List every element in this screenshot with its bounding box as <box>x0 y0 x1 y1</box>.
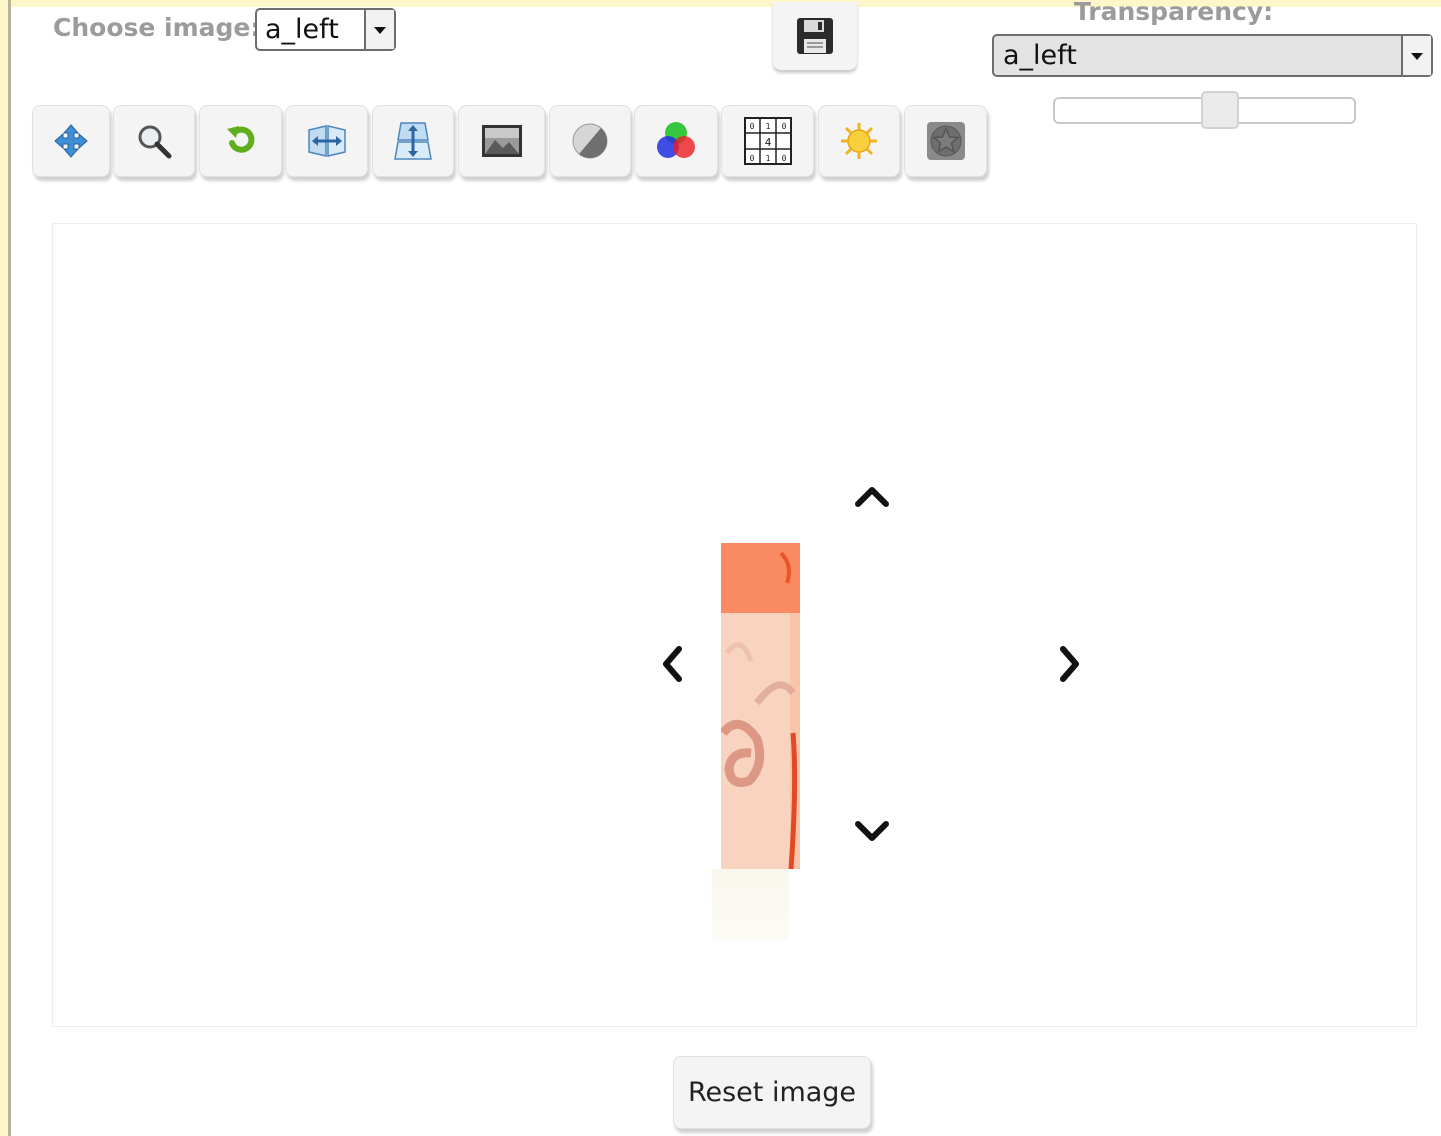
reset-image-button[interactable]: Reset image <box>673 1056 871 1129</box>
flip-horizontal-button[interactable] <box>285 105 368 177</box>
flip-vertical-icon <box>394 122 432 160</box>
transparency-label: Transparency: <box>1074 0 1274 26</box>
move-left-button[interactable] <box>654 643 690 685</box>
flip-horizontal-icon <box>307 125 346 157</box>
rotate-tool-button[interactable] <box>199 105 282 177</box>
dropdown-arrow-icon[interactable] <box>364 10 394 49</box>
star-badge-icon <box>926 122 965 160</box>
choose-image-select[interactable]: a_left <box>255 8 396 51</box>
svg-text:0: 0 <box>781 154 786 163</box>
effect-button[interactable] <box>904 105 987 177</box>
move-icon <box>54 124 88 158</box>
arrow-left-icon <box>663 646 682 682</box>
grayscale-button[interactable] <box>458 105 545 177</box>
svg-text:1: 1 <box>765 122 770 131</box>
svg-text:1: 1 <box>765 154 770 163</box>
move-tool-button[interactable] <box>32 105 110 177</box>
contrast-icon <box>572 123 608 159</box>
svg-text:0: 0 <box>749 122 754 131</box>
transparency-slider-thumb[interactable] <box>1201 91 1240 129</box>
color-channels-button[interactable] <box>634 105 718 177</box>
brightness-button[interactable] <box>818 105 900 177</box>
move-right-button[interactable] <box>1052 643 1088 685</box>
contrast-button[interactable] <box>549 105 631 177</box>
image-shadow-fragment <box>712 869 789 941</box>
svg-text:0: 0 <box>781 122 786 131</box>
transparency-select[interactable]: a_left <box>992 34 1433 77</box>
arrow-right-icon <box>1060 646 1079 682</box>
svg-text:0: 0 <box>749 154 754 163</box>
arrow-down-icon <box>855 821 889 841</box>
dropdown-arrow-icon[interactable] <box>1401 36 1431 75</box>
left-border-rail <box>0 0 11 1136</box>
transparency-value: a_left <box>1003 40 1077 71</box>
tile-grid-button[interactable]: 4 0 1 0 0 1 0 <box>721 105 814 177</box>
svg-text:4: 4 <box>764 136 771 149</box>
choose-image-label: Choose image: <box>53 13 261 42</box>
number-grid-icon: 4 0 1 0 0 1 0 <box>743 117 792 165</box>
magnifier-icon <box>138 125 172 159</box>
floppy-disk-icon <box>797 18 833 54</box>
picture-icon <box>481 125 522 157</box>
move-down-button[interactable] <box>852 814 892 848</box>
rotate-icon <box>226 126 254 153</box>
sun-icon <box>841 123 877 159</box>
manuscript-fragment-image[interactable] <box>719 543 800 870</box>
rgb-circles-icon <box>657 122 695 158</box>
choose-image-value: a_left <box>265 14 339 45</box>
move-up-button[interactable] <box>852 478 892 512</box>
arrow-up-icon <box>855 487 889 507</box>
save-button[interactable] <box>773 2 857 70</box>
flip-vertical-button[interactable] <box>372 105 454 177</box>
zoom-tool-button[interactable] <box>113 105 195 177</box>
